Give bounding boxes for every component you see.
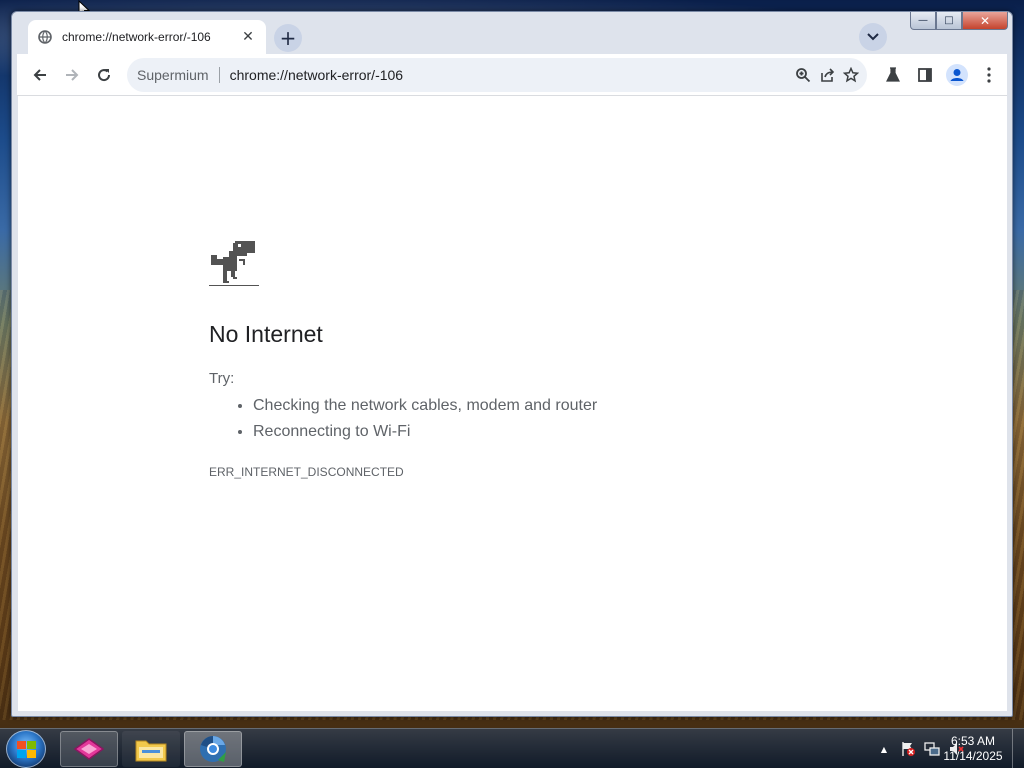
start-button[interactable] (6, 730, 46, 768)
clock-time: 6:53 AM (950, 734, 996, 748)
clock-date: 11/14/2025 (943, 749, 1003, 763)
labs-button[interactable] (877, 59, 909, 91)
menu-button[interactable] (973, 59, 1005, 91)
taskbar-browser-button[interactable] (184, 731, 242, 767)
network-icon[interactable] (924, 741, 940, 757)
globe-icon (38, 30, 52, 44)
maximize-button[interactable]: □ (936, 12, 962, 30)
side-panel-icon (918, 68, 932, 82)
list-item: Reconnecting to Wi-Fi (253, 419, 829, 445)
folder-icon (135, 740, 167, 762)
list-item: Checking the network cables, modem and r… (253, 393, 829, 419)
toolbar-right (877, 59, 1005, 91)
avatar-icon (946, 64, 968, 86)
action-center-flag-icon[interactable] (900, 741, 916, 757)
tab-strip: chrome://network-error/-106 ✕ + — □ ✕ (12, 12, 1012, 54)
flask-icon (886, 67, 900, 82)
reload-icon (98, 68, 111, 81)
kebab-menu-icon (987, 67, 991, 83)
reload-button[interactable] (88, 59, 120, 91)
profile-button[interactable] (941, 59, 973, 91)
window-controls: — □ ✕ (910, 12, 1008, 30)
error-container: No Internet Try: Checking the network ca… (209, 239, 829, 479)
taskbar-app-button[interactable] (60, 731, 118, 767)
dinosaur-icon[interactable] (209, 239, 259, 289)
zoom-icon[interactable] (793, 65, 813, 85)
forward-button[interactable] (56, 59, 88, 91)
show-hidden-icons-button[interactable]: ▲ (876, 741, 892, 757)
suggestions-list: Checking the network cables, modem and r… (209, 393, 829, 445)
app-icon (73, 738, 105, 760)
error-code: ERR_INTERNET_DISCONNECTED (209, 465, 404, 479)
taskbar-explorer-button[interactable] (122, 731, 180, 767)
tab-title: chrome://network-error/-106 (62, 30, 211, 44)
star-icon[interactable] (841, 65, 861, 85)
tab-active[interactable]: chrome://network-error/-106 ✕ (28, 20, 266, 54)
page-content: No Internet Try: Checking the network ca… (18, 96, 1007, 711)
new-tab-button[interactable]: + (274, 24, 302, 52)
tab-search-button[interactable] (859, 23, 887, 51)
taskbar: ▲ 6:53 AM 11/14/2025 (0, 728, 1024, 768)
tab-close-icon[interactable]: ✕ (240, 29, 256, 45)
windows-logo-icon (17, 741, 37, 759)
url-text[interactable]: chrome://network-error/-106 (230, 67, 793, 83)
omnibox-divider (218, 67, 220, 83)
browser-toolbar: Supermium chrome://network-error/-106 (17, 54, 1007, 96)
share-icon[interactable] (817, 65, 837, 85)
chevron-down-icon (867, 33, 879, 41)
minimize-button[interactable]: — (910, 12, 936, 30)
close-button[interactable]: ✕ (962, 12, 1008, 30)
error-title: No Internet (209, 321, 323, 347)
chromium-browser-icon (200, 736, 226, 762)
arrow-left-icon (33, 68, 46, 81)
address-bar[interactable]: Supermium chrome://network-error/-106 (127, 58, 867, 92)
browser-window: chrome://network-error/-106 ✕ + — □ ✕ Su… (11, 11, 1013, 717)
arrow-right-icon (66, 68, 79, 81)
side-panel-button[interactable] (909, 59, 941, 91)
back-button[interactable] (24, 59, 56, 91)
site-chip[interactable]: Supermium (137, 67, 209, 83)
suggestions-label: Try: (209, 370, 235, 387)
taskbar-clock[interactable]: 6:53 AM 11/14/2025 (942, 734, 1004, 764)
show-desktop-button[interactable] (1012, 729, 1024, 768)
omnibox-actions (793, 65, 861, 85)
